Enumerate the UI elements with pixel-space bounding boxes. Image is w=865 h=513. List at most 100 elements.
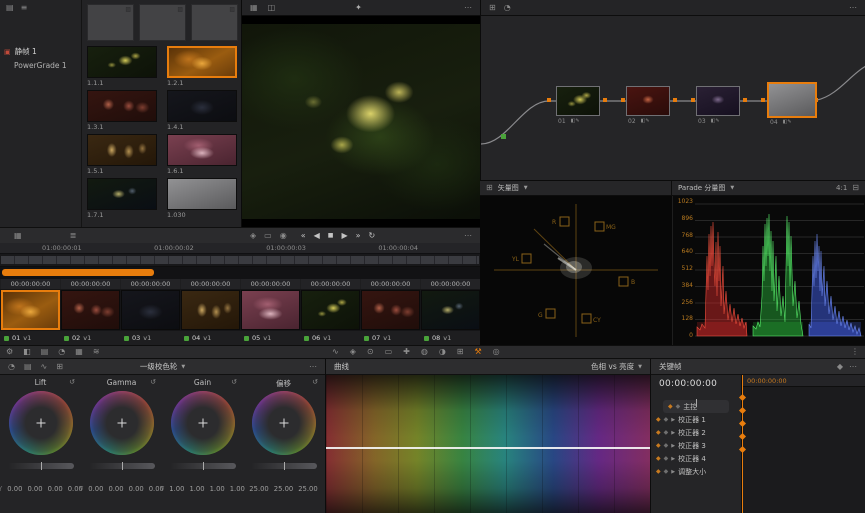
expand-triangle-icon[interactable]: ▶ xyxy=(671,456,675,462)
offset-r-value[interactable]: 25.00 xyxy=(249,485,268,493)
blur-icon[interactable]: ◑ xyxy=(439,348,446,356)
clip-version[interactable]: 04v1 xyxy=(181,331,240,345)
camera-raw-icon[interactable]: ◧ xyxy=(23,348,31,356)
stereo-3d-icon[interactable]: ◎ xyxy=(493,348,500,356)
track-corrector-4[interactable]: ◆ ◆ ▶ 校正器 4 xyxy=(651,452,741,465)
stop-button[interactable]: ■ xyxy=(328,233,334,239)
node-view-icon[interactable]: ⊞ xyxy=(489,4,496,12)
qualifier-icon[interactable]: ⊙ xyxy=(367,348,374,356)
still-thumb[interactable]: 1.4.1 xyxy=(167,90,239,132)
add-keyframe-icon[interactable]: ◆ xyxy=(837,363,843,371)
wheels-mode-dropdown[interactable]: 一级校色轮 ▼ xyxy=(140,361,185,372)
keyframes-more-icon[interactable]: ⋯ xyxy=(849,363,857,371)
track-sizing[interactable]: ◆ ◆ ▶ 调整大小 xyxy=(651,465,741,478)
gain-y-value[interactable]: 1.00 xyxy=(169,485,184,493)
clip-version[interactable]: 03v1 xyxy=(121,331,180,345)
step-back-button[interactable]: ◀ xyxy=(314,232,320,240)
album-stills[interactable]: ▣ 静帧 1 xyxy=(0,44,81,59)
timeline-clip[interactable] xyxy=(181,290,240,330)
motion-effects-icon[interactable]: ≋ xyxy=(93,348,100,356)
offset-master-wheel[interactable] xyxy=(251,463,317,469)
gamma-color-wheel[interactable] xyxy=(90,391,154,455)
viewer-canvas[interactable] xyxy=(242,16,480,227)
keyframe-marker[interactable] xyxy=(739,394,746,401)
still-thumb[interactable]: 1.030 xyxy=(167,178,239,220)
expand-triangle-icon[interactable]: ▶ xyxy=(671,469,675,475)
track-master[interactable]: ◆ ◆ 主控 xyxy=(663,400,729,413)
reset-icon[interactable]: ↺ xyxy=(231,378,237,386)
node-zoom-icon[interactable]: ◔ xyxy=(504,4,511,12)
empty-still-slot[interactable]: ▨ xyxy=(139,4,186,41)
play-button[interactable]: ▶ xyxy=(341,232,347,240)
expand-triangle-icon[interactable]: ▶ xyxy=(671,417,675,423)
node-more-icon[interactable]: ⋯ xyxy=(849,4,857,12)
timeline-clip[interactable] xyxy=(301,290,360,330)
scope-settings-icon[interactable]: ⊟ xyxy=(852,184,859,192)
reset-icon[interactable]: ↺ xyxy=(150,378,156,386)
lift-r-value[interactable]: 0.00 xyxy=(27,485,42,493)
gallery-list-view-icon[interactable]: ≡ xyxy=(21,4,28,12)
empty-still-slot[interactable]: ▨ xyxy=(191,4,238,41)
timeline-clip[interactable] xyxy=(121,290,180,330)
gamma-r-value[interactable]: 0.00 xyxy=(108,485,123,493)
color-node[interactable]: 02◧✎ xyxy=(626,86,670,116)
unmix-icon[interactable]: ⋯ xyxy=(464,232,472,240)
clip-version[interactable]: 01v1 xyxy=(1,331,60,345)
clip-version[interactable]: 02v1 xyxy=(61,331,120,345)
empty-still-slot[interactable]: ▨ xyxy=(87,4,134,41)
gain-color-wheel[interactable] xyxy=(171,391,235,455)
gallery-options-icon[interactable]: ≣ xyxy=(70,232,77,240)
toolbar-more-icon[interactable]: ⋮ xyxy=(851,348,859,356)
offset-tab-icon[interactable]: ⊞ xyxy=(56,363,63,371)
gamma-master-wheel[interactable] xyxy=(89,463,155,469)
clip-version[interactable]: 07v1 xyxy=(361,331,420,345)
color-node[interactable]: 01◧✎ xyxy=(556,86,600,116)
rgb-mixer-icon[interactable]: ▦ xyxy=(75,348,83,356)
still-thumb[interactable]: 1.6.1 xyxy=(167,134,239,176)
image-wipe-icon[interactable]: ◈ xyxy=(250,232,256,240)
viewer-more-icon[interactable]: ⋯ xyxy=(464,4,472,12)
track-corrector-1[interactable]: ◆ ◆ ▶ 校正器 1 xyxy=(651,413,741,426)
skip-start-button[interactable]: « xyxy=(301,232,306,240)
viewer-grid-icon[interactable]: ▦ xyxy=(250,4,258,12)
audio-icon[interactable]: ◉ xyxy=(280,232,287,240)
gamma-y-value[interactable]: 0.00 xyxy=(88,485,103,493)
offset-color-wheel[interactable] xyxy=(252,391,316,455)
parade-title[interactable]: Parade 分量图 xyxy=(678,183,725,193)
timeline-minimap[interactable] xyxy=(0,254,480,267)
clip-version[interactable]: 08v1 xyxy=(421,331,480,345)
curves-icon[interactable]: ∿ xyxy=(332,348,339,356)
clip-version[interactable]: 05v1 xyxy=(241,331,300,345)
bars-tab-icon[interactable]: ▤ xyxy=(24,363,32,371)
key-icon[interactable]: ⊞ xyxy=(457,348,464,356)
timeline-clip-selected[interactable] xyxy=(1,290,60,330)
keyframe-marker[interactable] xyxy=(739,446,746,453)
gain-g-value[interactable]: 1.00 xyxy=(210,485,225,493)
gallery-grid-view-icon[interactable]: ▤ xyxy=(6,4,14,12)
expand-triangle-icon[interactable]: ▶ xyxy=(671,430,675,436)
wheels-tab-icon[interactable]: ◔ xyxy=(8,363,15,371)
album-powergrade[interactable]: PowerGrade 1 xyxy=(0,59,81,72)
lift-master-wheel[interactable] xyxy=(8,463,74,469)
timeline-scrollbar[interactable] xyxy=(2,269,154,276)
keyframe-marker[interactable] xyxy=(739,433,746,440)
still-thumb[interactable]: 1.3.1 xyxy=(87,90,159,132)
reset-icon[interactable]: ↺ xyxy=(69,378,75,386)
still-thumb[interactable]: 1.1.1 xyxy=(87,46,159,88)
log-wheels-tab-icon[interactable]: ∿ xyxy=(41,363,48,371)
viewer-split-icon[interactable]: ◫ xyxy=(268,4,276,12)
reset-icon[interactable]: ↺ xyxy=(312,378,318,386)
keyframe-marker[interactable] xyxy=(739,420,746,427)
timeline-clip[interactable] xyxy=(61,290,120,330)
gain-master-wheel[interactable] xyxy=(170,463,236,469)
timeline-clip[interactable] xyxy=(421,290,480,330)
curve-mode-dropdown[interactable]: 色相 vs 亮度 ▼ xyxy=(591,361,642,372)
keyframe-marker[interactable] xyxy=(739,407,746,414)
keyframe-timeline[interactable]: 00:00:00:00 xyxy=(741,375,865,513)
gain-r-value[interactable]: 1.00 xyxy=(189,485,204,493)
gallery-thumb-size-icon[interactable]: ▦ xyxy=(14,232,22,240)
clip-version[interactable]: 06v1 xyxy=(301,331,360,345)
tracker-icon[interactable]: ✚ xyxy=(403,348,410,356)
timeline-clip[interactable] xyxy=(361,290,420,330)
offset-b-value[interactable]: 25.00 xyxy=(298,485,317,493)
